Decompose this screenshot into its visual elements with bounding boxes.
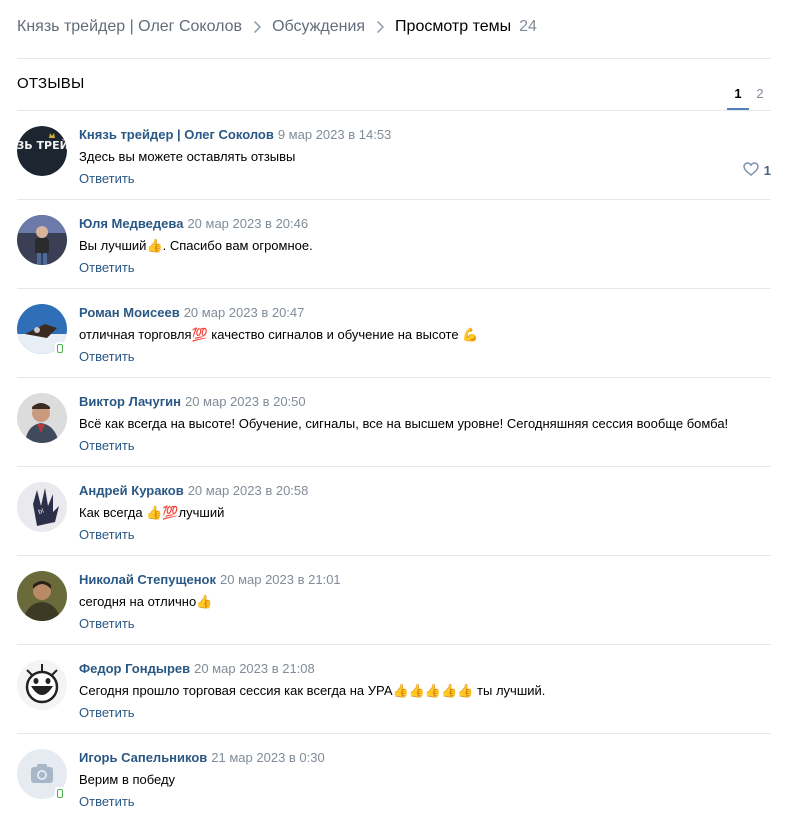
comment-date[interactable]: 20 мар 2023 в 21:08 xyxy=(194,661,315,676)
reply-button[interactable]: Ответить xyxy=(79,526,135,544)
mobile-online-icon xyxy=(55,342,65,355)
avatar-logo-text: КНЯЗЬ ТРЕЙДЕР xyxy=(17,139,67,152)
reply-button[interactable]: Ответить xyxy=(79,437,135,455)
comment-author-link[interactable]: Федор Гондырев xyxy=(79,661,190,676)
breadcrumb-discussions-link[interactable]: Обсуждения xyxy=(272,18,365,36)
avatar[interactable] xyxy=(17,571,67,621)
comment-item: Игорь Сапельников 21 мар 2023 в 0:30 Вери… xyxy=(17,734,771,813)
breadcrumb: Князь трейдер | Олег Соколов Обсуждения … xyxy=(17,16,537,38)
topic-title: ОТЗЫВЫ xyxy=(17,75,85,92)
comment-author-link[interactable]: Князь трейдер | Олег Соколов xyxy=(79,127,274,142)
comment-count: 24 xyxy=(519,18,537,35)
comment-text: отличная торговля💯 качество сигналов и о… xyxy=(79,327,479,342)
chevron-right-icon xyxy=(242,21,272,33)
reply-button[interactable]: Ответить xyxy=(79,615,135,633)
like-button[interactable]: 1 xyxy=(743,162,771,179)
avatar[interactable] xyxy=(17,215,67,265)
reply-button[interactable]: Ответить xyxy=(79,170,135,188)
chevron-right-icon xyxy=(365,21,395,33)
comment-item: Виктор Лачугин 20 мар 2023 в 20:50 Всё ка… xyxy=(17,378,771,467)
reply-button[interactable]: Ответить xyxy=(79,348,135,366)
comment-date[interactable]: 20 мар 2023 в 20:58 xyxy=(188,483,309,498)
page-2-link[interactable]: 2 xyxy=(749,86,771,110)
comment-text: Сегодня прошло торговая сессия как всегд… xyxy=(79,683,546,698)
comment-author-link[interactable]: Роман Моисеев xyxy=(79,305,180,320)
comment-item: Юля Медведева 20 мар 2023 в 20:46 Вы лучш… xyxy=(17,200,771,289)
mobile-online-icon xyxy=(55,787,65,800)
comment-item: КНЯЗЬ ТРЕЙДЕР Князь трейдер | Олег Сокол… xyxy=(17,111,771,200)
comment-text: Верим в победу xyxy=(79,772,176,787)
avatar[interactable] xyxy=(17,393,67,443)
divider xyxy=(17,58,771,59)
avatar[interactable]: КНЯЗЬ ТРЕЙДЕР xyxy=(17,126,67,176)
comment-item: bl Андрей Кураков 20 мар 2023 в 20:58 Как… xyxy=(17,467,771,556)
comment-text: Вы лучший👍. Спасибо вам огромное. xyxy=(79,238,313,253)
comment-author-link[interactable]: Виктор Лачугин xyxy=(79,394,181,409)
like-count: 1 xyxy=(763,163,771,178)
breadcrumb-group-link[interactable]: Князь трейдер | Олег Соколов xyxy=(17,18,242,36)
comment-text: Здесь вы можете оставлять отзывы xyxy=(79,149,296,164)
comment-date[interactable]: 20 мар 2023 в 20:50 xyxy=(185,394,306,409)
comment-date[interactable]: 20 мар 2023 в 20:47 xyxy=(184,305,305,320)
reply-button[interactable]: Ответить xyxy=(79,793,135,811)
comment-date[interactable]: 21 мар 2023 в 0:30 xyxy=(211,750,324,765)
breadcrumb-current: Просмотр темы xyxy=(395,18,512,35)
comment-date[interactable]: 20 мар 2023 в 21:01 xyxy=(220,572,341,587)
comment-date[interactable]: 9 мар 2023 в 14:53 xyxy=(278,127,391,142)
comment-date[interactable]: 20 мар 2023 в 20:46 xyxy=(187,216,308,231)
pagination: 1 2 xyxy=(727,86,771,110)
discussion-page: Князь трейдер | Олег Соколов Обсуждения … xyxy=(0,0,788,813)
comment-text: сегодня на отлично👍 xyxy=(79,594,213,609)
avatar[interactable] xyxy=(17,660,67,710)
comment-author-link[interactable]: Николай Степущенок xyxy=(79,572,216,587)
reply-button[interactable]: Ответить xyxy=(79,704,135,722)
comment-item: Роман Моисеев 20 мар 2023 в 20:47 отлична… xyxy=(17,289,771,378)
comment-text: Всё как всегда на высоте! Обучение, сигн… xyxy=(79,416,729,431)
comment-item: Федор Гондырев 20 мар 2023 в 21:08 Сегодн… xyxy=(17,645,771,734)
reply-button[interactable]: Ответить xyxy=(79,259,135,277)
avatar[interactable]: bl xyxy=(17,482,67,532)
comment-item: Николай Степущенок 20 мар 2023 в 21:01 се… xyxy=(17,556,771,645)
comment-author-link[interactable]: Андрей Кураков xyxy=(79,483,184,498)
page-1-link[interactable]: 1 xyxy=(727,86,749,110)
comment-author-link[interactable]: Юля Медведева xyxy=(79,216,183,231)
heart-icon xyxy=(743,162,759,179)
comment-text: Как всегда 👍💯лучший xyxy=(79,505,225,520)
comment-author-link[interactable]: Игорь Сапельников xyxy=(79,750,207,765)
